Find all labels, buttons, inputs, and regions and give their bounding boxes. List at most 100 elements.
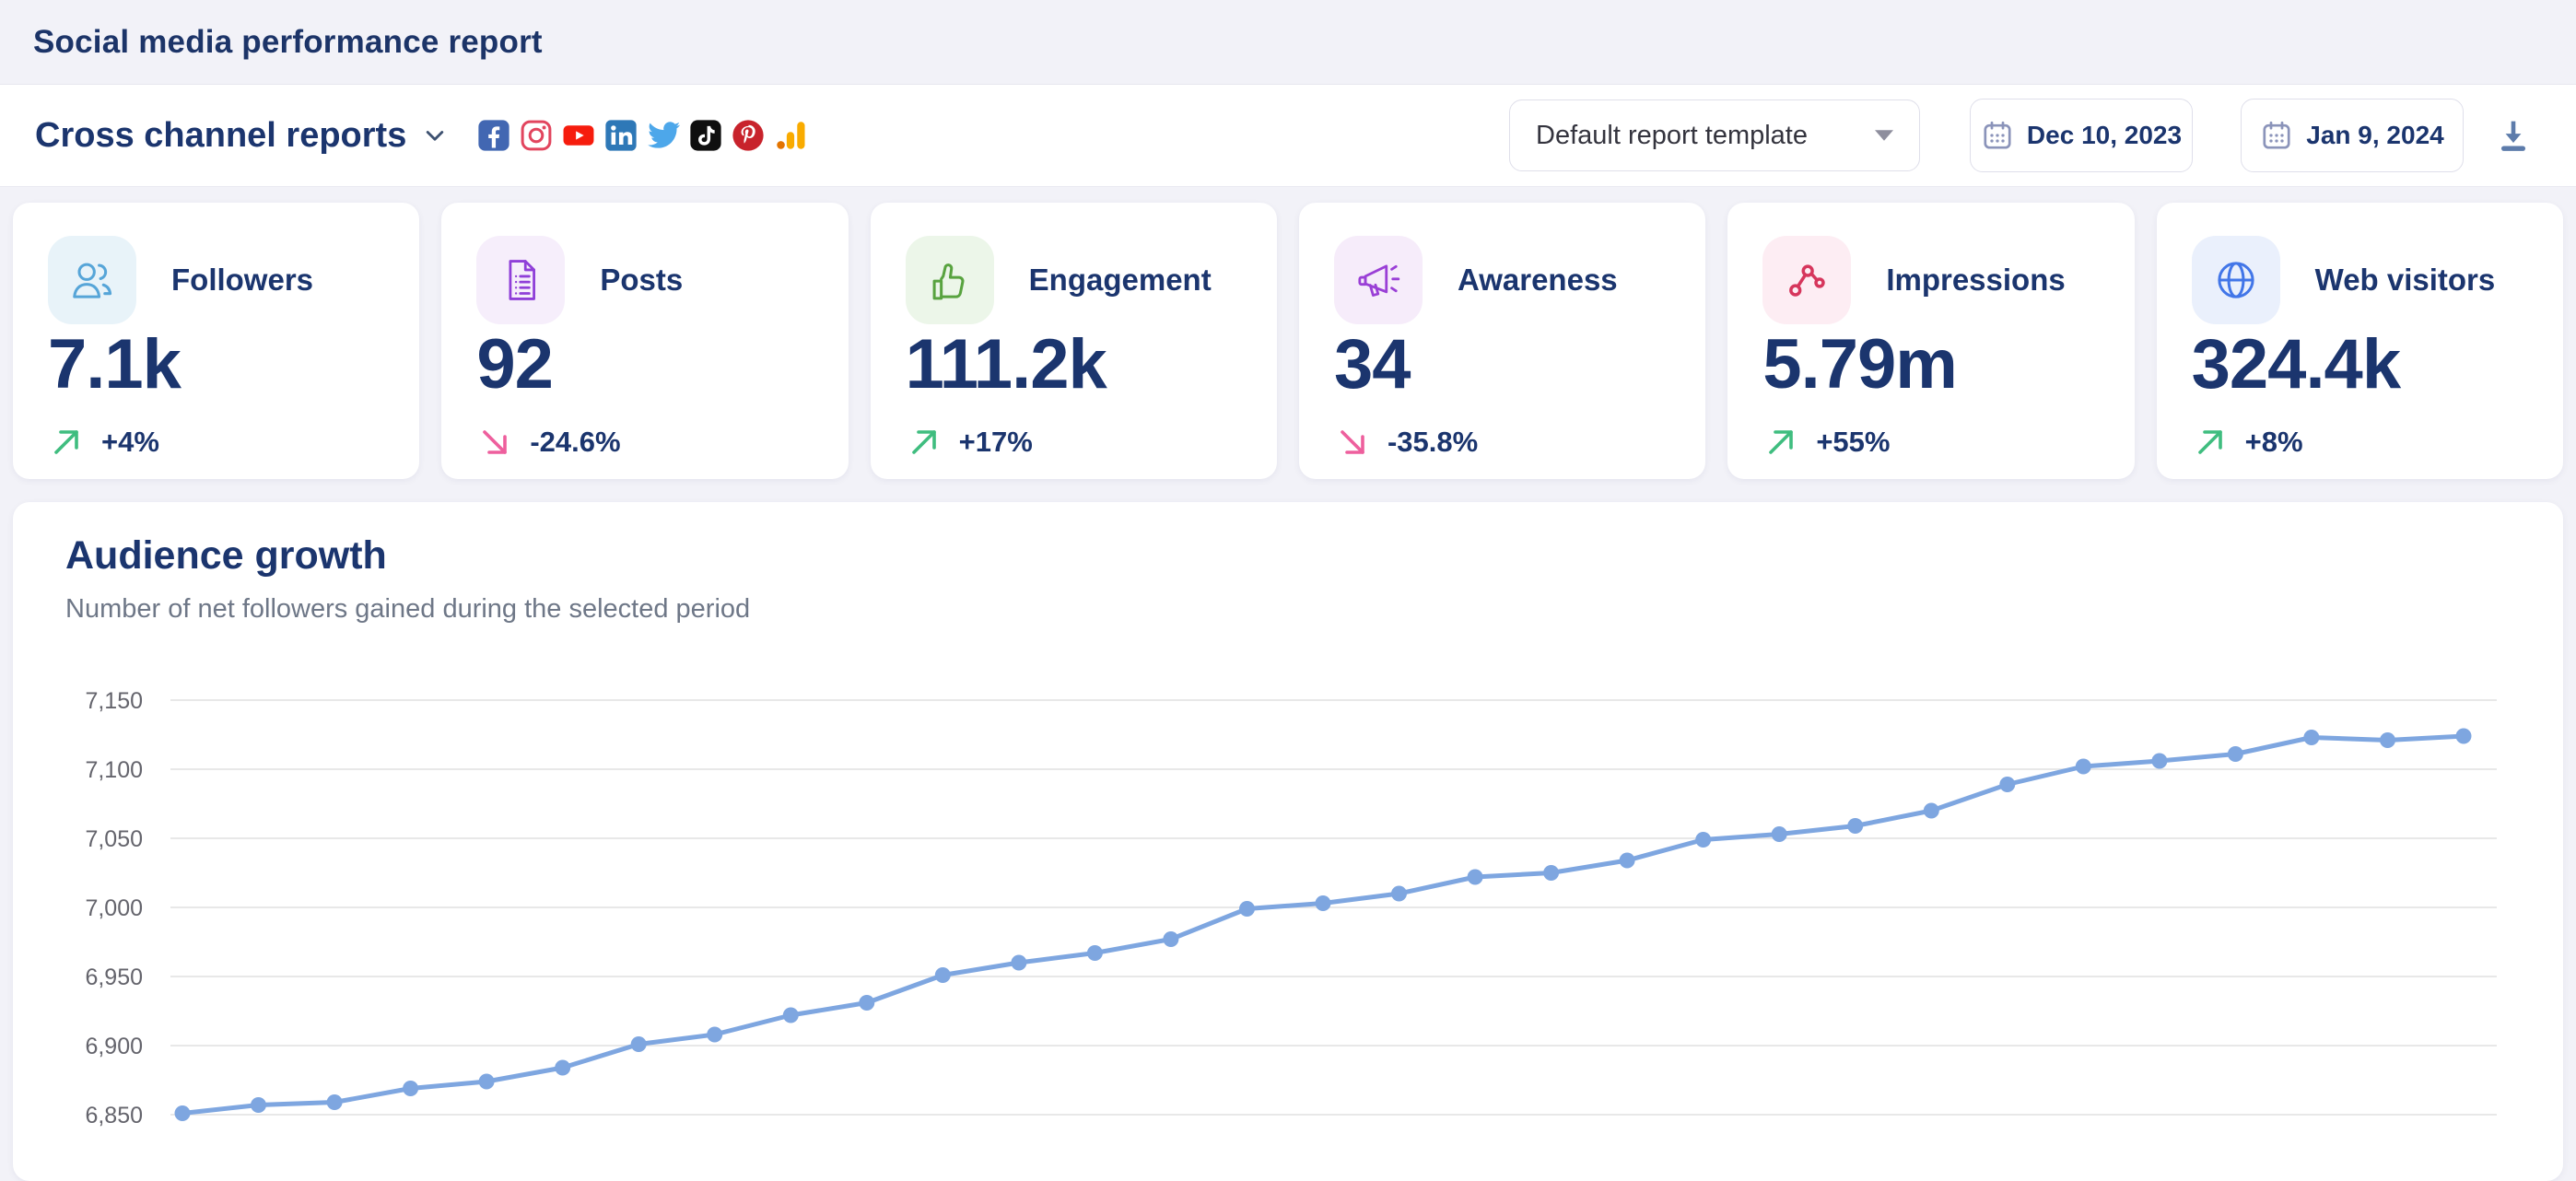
data-point	[1391, 886, 1407, 902]
end-date-value: Jan 9, 2024	[2306, 121, 2443, 150]
data-point	[1772, 826, 1787, 842]
kpi-label: Impressions	[1886, 263, 2065, 298]
kpi-value: 111.2k	[906, 328, 1242, 402]
trend-down-icon	[1334, 424, 1371, 461]
kpi-card-posts: Posts 92 -24.6%	[441, 203, 848, 479]
trend-down-icon	[476, 424, 513, 461]
trend-up-icon	[1762, 424, 1799, 461]
y-tick-label: 6,850	[85, 1103, 143, 1128]
download-icon	[2492, 114, 2535, 157]
app-header: Social media performance report	[0, 0, 2576, 85]
page-title: Social media performance report	[33, 24, 543, 61]
kpi-card-followers: Followers 7.1k +4%	[13, 203, 419, 479]
trend-arrow	[48, 424, 85, 461]
kpi-head: Impressions	[1762, 236, 2099, 324]
kpi-value: 92	[476, 328, 813, 402]
report-template-value: Default report template	[1536, 121, 1808, 151]
tiktok-icon[interactable]	[688, 118, 723, 153]
data-point	[1087, 945, 1103, 961]
kpi-delta: -24.6%	[530, 426, 620, 459]
data-point	[1316, 895, 1331, 911]
data-point	[2076, 759, 2091, 775]
kpi-icon-tile	[1762, 236, 1851, 324]
youtube-icon[interactable]	[561, 118, 596, 153]
linkedin-icon[interactable]	[603, 118, 638, 153]
data-point	[251, 1097, 266, 1113]
data-point	[175, 1105, 191, 1121]
kpi-value: 34	[1334, 328, 1670, 402]
audience-growth-line	[182, 736, 2464, 1114]
kpi-label: Posts	[600, 263, 683, 298]
data-point	[1999, 777, 2015, 792]
data-point	[2151, 754, 2167, 769]
kpi-icon-tile	[906, 236, 994, 324]
awareness-icon	[1352, 254, 1404, 306]
kpi-delta: +4%	[101, 426, 159, 459]
kpi-trend: +8%	[2192, 424, 2528, 461]
data-point	[631, 1036, 647, 1052]
report-type-dropdown[interactable]: Cross channel reports	[35, 116, 451, 156]
facebook-icon[interactable]	[476, 118, 511, 153]
data-point	[707, 1027, 722, 1043]
kpi-trend: +55%	[1762, 424, 2099, 461]
instagram-icon[interactable]	[519, 118, 554, 153]
engagement-icon	[924, 254, 976, 306]
chart-subtitle: Number of net followers gained during th…	[65, 594, 750, 625]
twitter-icon[interactable]	[646, 118, 681, 153]
kpi-card-engagement: Engagement 111.2k +17%	[871, 203, 1277, 479]
download-report-button[interactable]	[2488, 110, 2539, 161]
end-date-picker[interactable]: Jan 9, 2024	[2241, 99, 2464, 172]
kpi-trend: -24.6%	[476, 424, 813, 461]
data-point	[783, 1008, 799, 1023]
kpi-head: Awareness	[1334, 236, 1670, 324]
report-template-select[interactable]: Default report template	[1509, 99, 1920, 171]
kpi-label: Followers	[171, 263, 313, 298]
kpi-card-awareness: Awareness 34 -35.8%	[1299, 203, 1705, 479]
kpi-card-web_visitors: Web visitors 324.4k +8%	[2157, 203, 2563, 479]
data-point	[1239, 901, 1255, 917]
y-tick-label: 7,150	[85, 688, 143, 714]
kpi-delta: +8%	[2245, 426, 2303, 459]
data-point	[1695, 832, 1711, 848]
data-point	[935, 967, 951, 983]
start-date-picker[interactable]: Dec 10, 2023	[1970, 99, 2193, 172]
kpi-head: Engagement	[906, 236, 1242, 324]
data-point	[1924, 803, 1939, 819]
dashboard-page: Social media performance report Cross ch…	[0, 0, 2576, 1181]
kpi-label: Engagement	[1029, 263, 1212, 298]
kpi-icon-tile	[2192, 236, 2280, 324]
trend-arrow	[2192, 424, 2229, 461]
data-point	[555, 1060, 570, 1076]
kpi-value: 7.1k	[48, 328, 384, 402]
kpi-delta: +55%	[1816, 426, 1890, 459]
caret-down-icon	[1875, 130, 1893, 141]
data-point	[1468, 870, 1483, 885]
posts-icon	[495, 254, 546, 306]
kpi-label: Web visitors	[2315, 263, 2496, 298]
followers-icon	[66, 254, 118, 306]
calendar-icon	[2260, 119, 2293, 152]
data-point	[2456, 729, 2472, 744]
web-visitors-icon	[2210, 254, 2262, 306]
kpi-trend: +4%	[48, 424, 384, 461]
y-tick-label: 7,100	[85, 757, 143, 783]
report-type-label: Cross channel reports	[35, 116, 406, 156]
data-point	[859, 995, 874, 1011]
trend-up-icon	[48, 424, 85, 461]
kpi-value: 324.4k	[2192, 328, 2528, 402]
kpi-head: Posts	[476, 236, 813, 324]
trend-arrow	[1762, 424, 1799, 461]
data-point	[1163, 931, 1178, 947]
y-tick-label: 6,900	[85, 1034, 143, 1059]
trend-arrow	[1334, 424, 1371, 461]
y-tick-label: 7,050	[85, 826, 143, 852]
data-point	[1543, 865, 1559, 881]
start-date-value: Dec 10, 2023	[2027, 121, 2182, 150]
y-tick-label: 7,000	[85, 895, 143, 921]
kpi-trend: +17%	[906, 424, 1242, 461]
google-analytics-icon[interactable]	[773, 118, 808, 153]
data-point	[327, 1094, 343, 1110]
pinterest-icon[interactable]	[731, 118, 766, 153]
y-tick-label: 6,950	[85, 965, 143, 990]
kpi-delta: -35.8%	[1388, 426, 1478, 459]
